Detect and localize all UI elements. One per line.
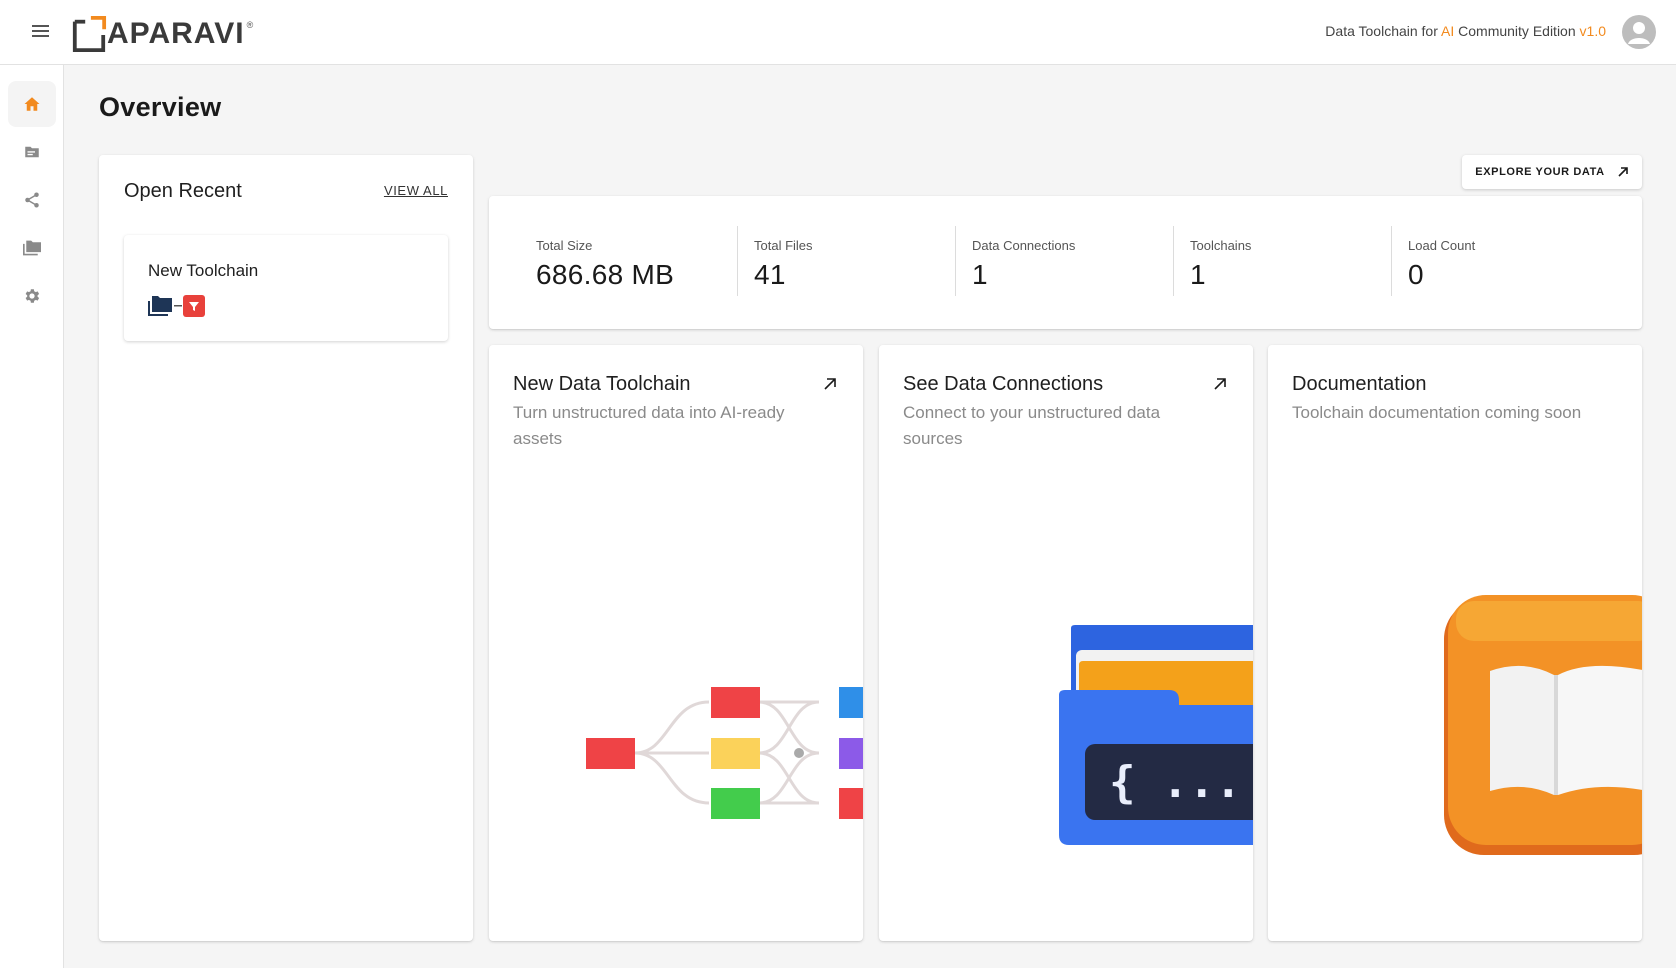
stat-total-files: Total Files 41: [754, 238, 813, 310]
recent-item-name: New Toolchain: [148, 261, 259, 280]
edition-middle: Community Edition: [1454, 23, 1580, 39]
stat-load-count: Load Count 0: [1408, 238, 1475, 310]
edition-prefix: Data Toolchain for: [1325, 23, 1442, 39]
folders-icon: [23, 240, 41, 256]
hamburger-menu-icon[interactable]: [32, 22, 54, 42]
stat-label: Total Size: [536, 238, 593, 253]
feature-title: Documentation: [1292, 373, 1427, 395]
top-bar: APARAVI ® Data Toolchain for AI Communit…: [0, 0, 1676, 65]
sidebar-item-files[interactable]: [8, 129, 56, 175]
logo-text: APARAVI: [107, 17, 245, 50]
view-all-link[interactable]: VIEW ALL: [384, 183, 448, 198]
gear-icon: [25, 289, 40, 303]
stat-label: Toolchains: [1190, 238, 1252, 253]
feature-title: New Data Toolchain: [513, 373, 691, 395]
open-recent-title: Open Recent: [124, 180, 242, 202]
stat-divider: [955, 226, 956, 296]
home-icon: [24, 97, 40, 111]
feature-subtitle: Turn unstructured data into AI-ready ass…: [513, 403, 785, 448]
stat-value: 686.68 MB: [536, 259, 675, 290]
sidebar-item-settings[interactable]: [8, 273, 56, 319]
stat-label: Data Connections: [972, 238, 1076, 253]
stat-data-connections: Data Connections 1: [972, 238, 1075, 310]
connector-line: [174, 305, 182, 307]
stats-panel: Total Size 686.68 MB Total Files 41 Data…: [489, 196, 1642, 329]
stat-divider: [737, 226, 738, 296]
feature-subtitle: Connect to your unstructured data source…: [903, 403, 1161, 448]
feature-title: See Data Connections: [903, 373, 1104, 395]
feature-subtitle: Toolchain documentation coming soon: [1292, 403, 1582, 422]
sidebar-item-toolchains[interactable]: [8, 177, 56, 223]
stat-label: Total Files: [754, 238, 813, 253]
filter-icon: [183, 295, 205, 317]
stat-value: 1: [972, 259, 988, 290]
folder-icon: [148, 296, 172, 316]
page-title: Overview: [99, 92, 222, 122]
share-icon: [25, 192, 39, 208]
recent-toolchain-item[interactable]: New Toolchain: [124, 235, 448, 341]
aparavi-logo[interactable]: APARAVI ®: [71, 14, 253, 54]
stat-value: 1: [1190, 259, 1206, 290]
user-avatar-icon[interactable]: [1622, 15, 1656, 49]
new-data-toolchain-card[interactable]: New Data Toolchain Turn unstructured dat…: [489, 345, 863, 941]
arrow-up-right-icon: [1618, 167, 1628, 177]
svg-text:{ ... }: { ... }: [1109, 757, 1253, 808]
documentation-card[interactable]: Documentation Toolchain documentation co…: [1268, 345, 1642, 941]
sidebar: [0, 65, 64, 968]
file-list-icon: [25, 146, 39, 158]
logo-mark: [72, 16, 107, 52]
see-data-connections-card[interactable]: { ... } See Data Connections Connect to …: [879, 345, 1253, 941]
edition-version: v1.0: [1579, 23, 1606, 39]
logo-registered: ®: [246, 20, 254, 30]
open-recent-panel: Open Recent VIEW ALL New Toolchain: [99, 155, 473, 941]
edition-label: Data Toolchain for AI Community Edition …: [1325, 23, 1606, 39]
sidebar-item-home[interactable]: [8, 81, 56, 127]
stat-divider: [1173, 226, 1174, 296]
stat-value: 0: [1408, 259, 1424, 290]
stat-value: 41: [754, 259, 786, 290]
stat-total-size: Total Size 686.68 MB: [536, 238, 674, 310]
stat-divider: [1391, 226, 1392, 296]
edition-ai: AI: [1441, 23, 1455, 39]
arrow-up-right-icon[interactable]: [1213, 377, 1227, 391]
sidebar-item-folders[interactable]: [8, 225, 56, 271]
book-illustration: [1444, 595, 1642, 855]
explore-your-data-button[interactable]: EXPLORE YOUR DATA: [1462, 155, 1642, 189]
stat-toolchains: Toolchains 1: [1190, 238, 1251, 310]
stat-label: Load Count: [1408, 238, 1476, 253]
explore-button-label: EXPLORE YOUR DATA: [1475, 166, 1605, 178]
arrow-up-right-icon[interactable]: [823, 377, 837, 391]
recent-item-icons: [147, 295, 205, 317]
